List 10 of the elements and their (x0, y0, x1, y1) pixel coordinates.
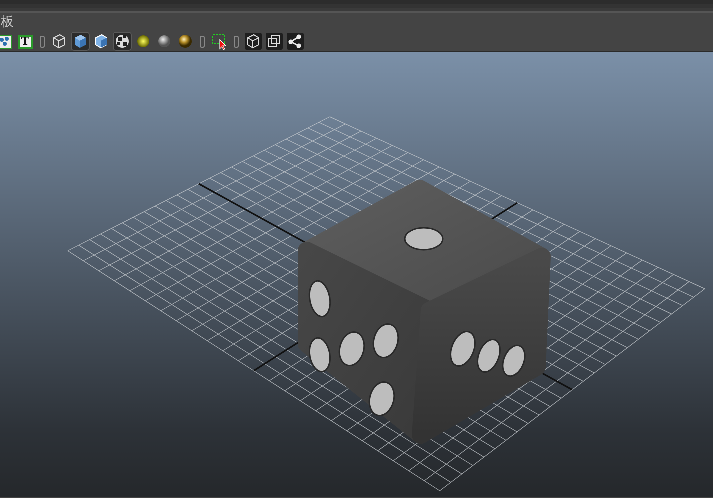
share-icon[interactable] (286, 32, 305, 51)
panel-menu-label[interactable]: 板 (1, 15, 14, 30)
metal-sphere-icon[interactable] (176, 32, 195, 51)
overlapping-squares-icon[interactable] (265, 32, 284, 51)
cube-outline-icon[interactable] (244, 32, 263, 51)
selection-cursor-icon[interactable] (210, 32, 229, 51)
nodes-icon[interactable] (0, 32, 14, 51)
checkered-ball-icon[interactable] (113, 32, 132, 51)
text-tool-button[interactable]: T (16, 32, 35, 51)
shaded-cube-icon[interactable] (71, 32, 90, 51)
